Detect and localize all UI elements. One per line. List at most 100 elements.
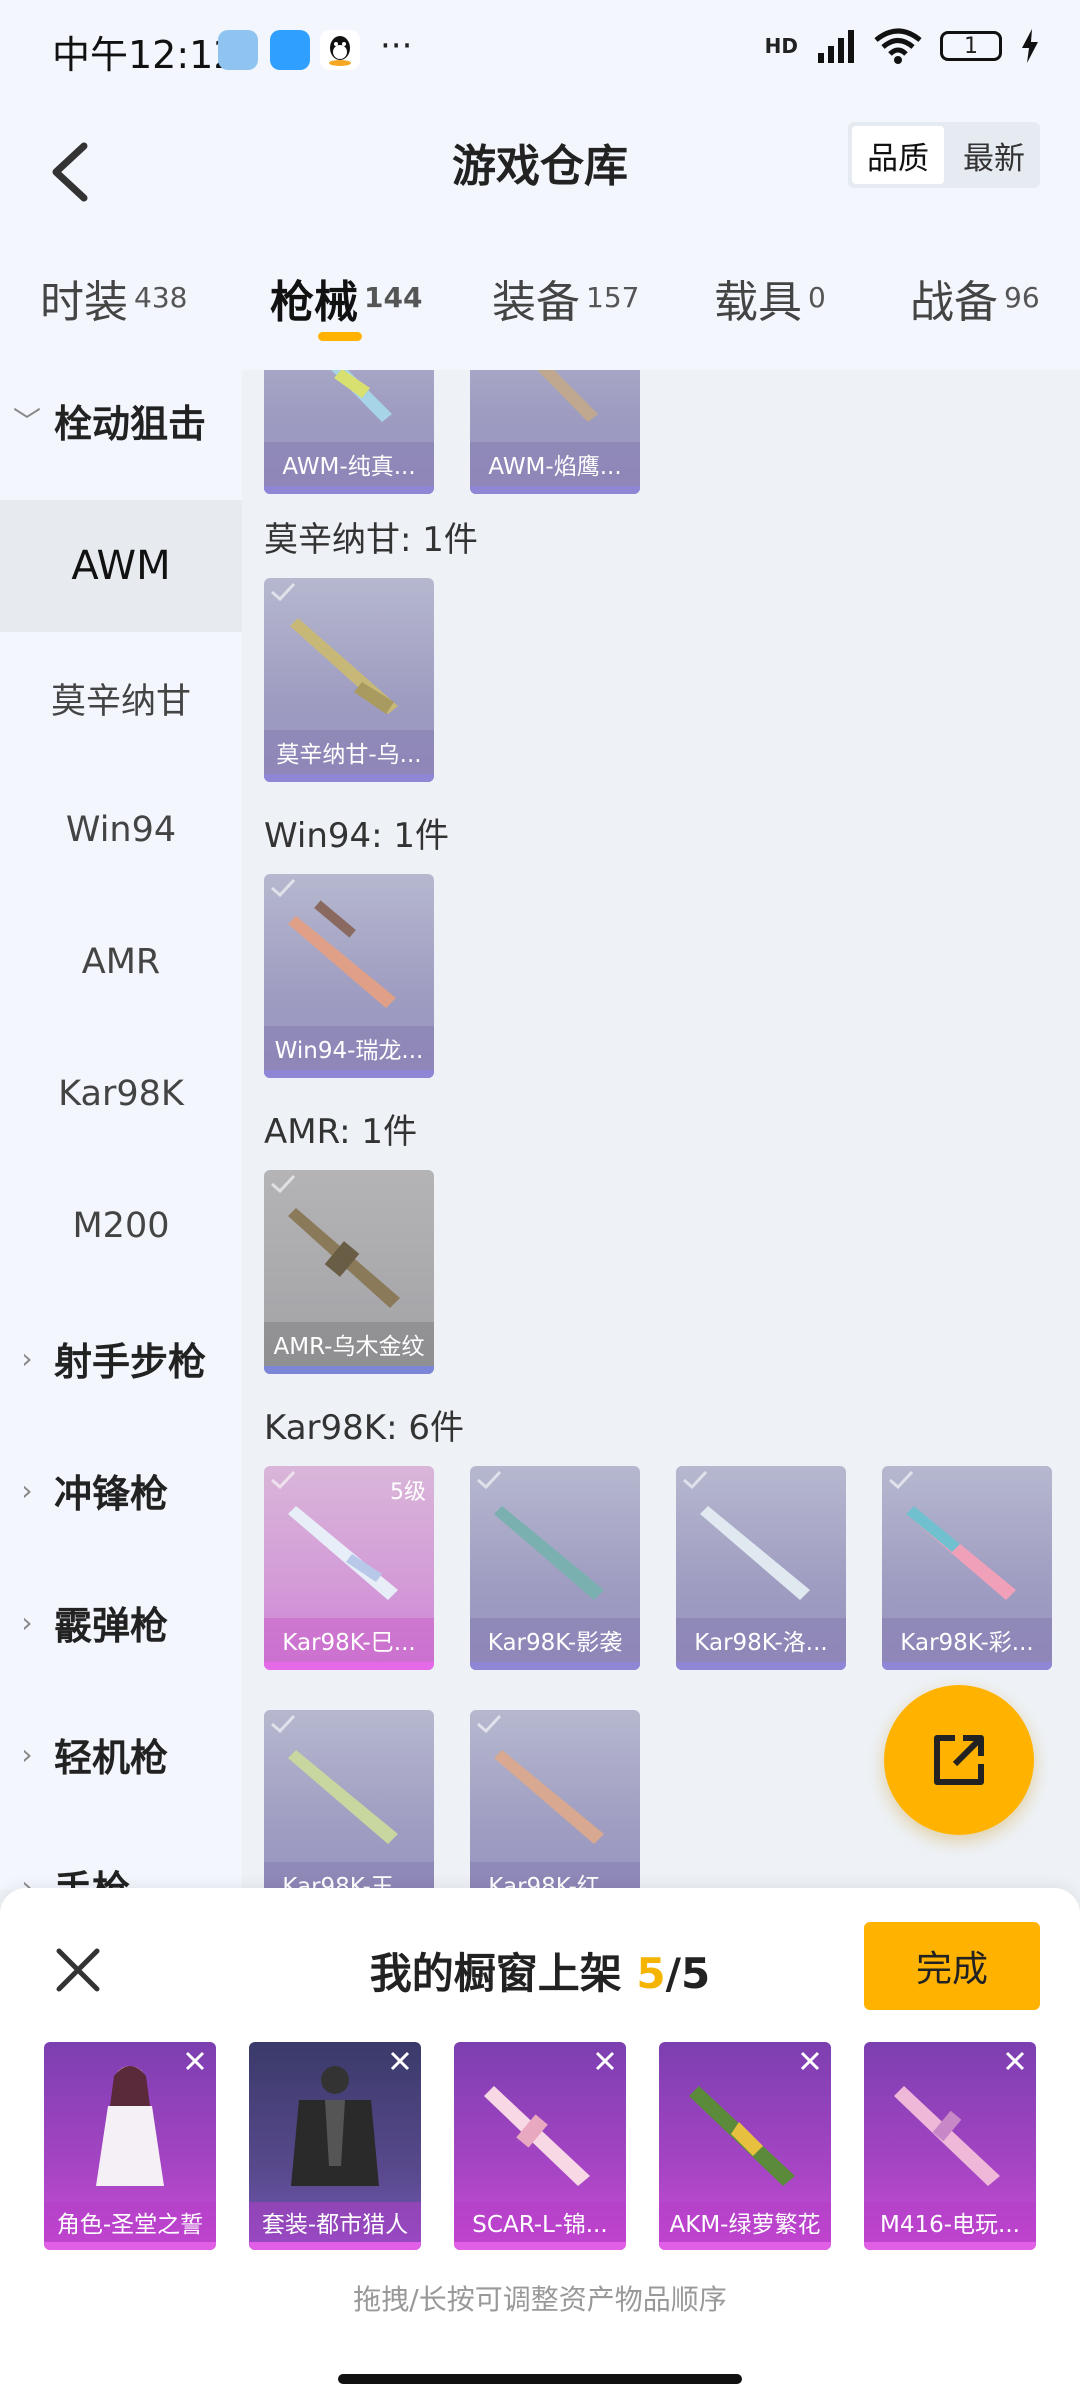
check-icon	[271, 1470, 296, 1490]
chevron-right-icon: ›	[21, 1869, 33, 1891]
section-title: AMR: 1件	[264, 1112, 418, 1152]
status-bar: 中午12:12 ··· HD 1	[0, 0, 1080, 100]
item-grid: AWM-纯真... AWM-焰鹰... 莫辛纳甘: 1件 莫辛纳甘-乌... W…	[242, 370, 1080, 1890]
showcase-slot[interactable]: 套装-都市猎人	[249, 2042, 421, 2250]
tab-vehicles[interactable]: 载具 0	[714, 266, 826, 330]
section-title: 莫辛纳甘: 1件	[264, 520, 478, 560]
item-card[interactable]: Kar98K-红...	[470, 1710, 640, 1890]
remove-icon[interactable]	[590, 2046, 620, 2076]
cell-signal-icon	[818, 30, 854, 63]
wifi-icon	[874, 28, 922, 64]
item-card[interactable]: Kar98K-影袭	[470, 1466, 640, 1670]
rifle-icon	[700, 1506, 810, 1600]
showcase-slot[interactable]: AKM-绿萝繁花	[659, 2042, 831, 2250]
check-icon	[271, 582, 296, 602]
sheet-hint: 拖拽/长按可调整资产物品顺序	[353, 2283, 727, 2316]
more-notifications: ···	[380, 26, 413, 66]
sidebar-item-win94[interactable]: Win94	[0, 764, 242, 896]
rifle-icon	[290, 618, 398, 714]
section-title: Kar98K: 6件	[264, 1408, 464, 1448]
sidebar-group-dmr[interactable]: › 射手步枪	[0, 1308, 242, 1408]
done-button[interactable]: 完成	[864, 1922, 1040, 2010]
sidebar-item-kar98k[interactable]: Kar98K	[0, 1028, 242, 1160]
rifle-icon	[537, 370, 598, 422]
rifle-icon	[689, 2086, 795, 2186]
sort-toggle: 品质 最新	[848, 122, 1040, 188]
check-icon	[271, 878, 296, 898]
share-button[interactable]	[884, 1685, 1034, 1835]
chevron-right-icon: ›	[21, 1605, 33, 1639]
showcase-current-count: 5	[636, 1949, 666, 1998]
sidebar-group-shotgun[interactable]: › 霰弹枪	[0, 1572, 242, 1672]
check-icon	[271, 1714, 296, 1734]
sidebar-group-pistol[interactable]: › 手枪	[0, 1836, 242, 1891]
showcase-slot[interactable]: SCAR-L-锦...	[454, 2042, 626, 2250]
app-notification-icon	[218, 30, 258, 70]
rifle-icon	[494, 1750, 604, 1844]
share-icon	[934, 1735, 984, 1785]
check-icon	[889, 1470, 914, 1490]
outfit-icon	[291, 2066, 379, 2186]
item-card[interactable]: AMR-乌木金纹	[264, 1170, 434, 1374]
rifle-icon	[494, 1506, 604, 1600]
rifle-icon	[288, 900, 396, 1008]
rifle-icon	[894, 2086, 1000, 2186]
sidebar-group-smg[interactable]: › 冲锋枪	[0, 1440, 242, 1540]
item-card[interactable]: Win94-瑞龙...	[264, 874, 434, 1078]
active-tab-indicator	[318, 332, 362, 341]
system-status: HD 1	[765, 28, 1040, 64]
sort-newest-option[interactable]: 最新	[948, 122, 1040, 188]
item-card[interactable]: Kar98K-王...	[264, 1710, 434, 1890]
item-card[interactable]: 5级 Kar98K-巳...	[264, 1466, 434, 1670]
battery-icon: 1	[940, 31, 1002, 61]
rifle-icon	[906, 1506, 1016, 1600]
rifle-icon	[288, 1208, 400, 1308]
sidebar-item-mosin[interactable]: 莫辛纳甘	[0, 632, 242, 764]
home-indicator[interactable]	[338, 2374, 742, 2384]
check-icon	[683, 1470, 708, 1490]
rifle-icon	[484, 2086, 590, 2186]
check-icon	[271, 1174, 296, 1194]
sidebar-group-lmg[interactable]: › 轻机枪	[0, 1704, 242, 1804]
showcase-total-count: /5	[665, 1949, 711, 1998]
sidebar: ﹀ 栓动狙击 AWM 莫辛纳甘 Win94 AMR Kar98K M200 › 射手…	[0, 370, 242, 1890]
rifle-icon	[288, 1506, 398, 1600]
showcase-slot[interactable]: M416-电玩...	[864, 2042, 1036, 2250]
showcase-slot[interactable]: 角色-圣堂之誓	[44, 2042, 216, 2250]
remove-icon[interactable]	[385, 2046, 415, 2076]
rifle-icon	[331, 370, 392, 422]
remove-icon[interactable]	[795, 2046, 825, 2076]
sidebar-item-amr[interactable]: AMR	[0, 896, 242, 1028]
remove-icon[interactable]	[180, 2046, 210, 2076]
item-card[interactable]: Kar98K-洛...	[676, 1466, 846, 1670]
sidebar-group-bolt-action[interactable]: ﹀ 栓动狙击	[0, 370, 242, 470]
sidebar-item-awm[interactable]: AWM	[0, 500, 242, 632]
charging-icon	[1022, 29, 1038, 63]
tab-equipment[interactable]: 装备 157	[492, 266, 639, 330]
check-icon	[477, 1470, 502, 1490]
item-card[interactable]: Kar98K-彩...	[882, 1466, 1052, 1670]
chevron-right-icon: ›	[21, 1737, 33, 1771]
showcase-sheet: 我的橱窗上架 5/5 完成 角色-圣堂之誓 套装-都市猎人 SCAR-L-锦..…	[0, 1888, 1080, 2400]
chevron-right-icon: ›	[21, 1341, 33, 1375]
remove-icon[interactable]	[1000, 2046, 1030, 2076]
section-title: Win94: 1件	[264, 816, 450, 856]
character-icon	[96, 2066, 164, 2186]
hd-signal-icon: HD	[764, 34, 798, 58]
item-card[interactable]: AWM-焰鹰...	[470, 370, 640, 494]
check-icon	[477, 1714, 502, 1734]
item-card[interactable]: 莫辛纳甘-乌...	[264, 578, 434, 782]
chevron-down-icon: ﹀	[12, 405, 41, 438]
item-card[interactable]: AWM-纯真...	[264, 370, 434, 494]
tab-supplies[interactable]: 战备 96	[910, 266, 1040, 330]
tab-fashion[interactable]: 时装 438	[40, 266, 187, 330]
rifle-icon	[288, 1750, 398, 1844]
chevron-right-icon: ›	[21, 1473, 33, 1507]
sidebar-item-m200[interactable]: M200	[0, 1160, 242, 1292]
chat-notification-icon	[270, 30, 310, 70]
qq-notification-icon	[320, 30, 360, 70]
tab-firearms[interactable]: 枪械 144	[270, 266, 422, 330]
sort-quality-option[interactable]: 品质	[852, 126, 944, 184]
header: 游戏仓库 品质 最新	[0, 100, 1080, 240]
status-time: 中午12:12	[52, 33, 238, 77]
